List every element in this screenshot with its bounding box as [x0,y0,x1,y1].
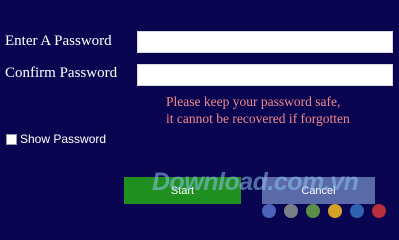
show-password-label: Show Password [20,132,107,146]
show-password-checkbox[interactable] [6,133,17,145]
watermark-dot [306,204,320,218]
watermark-dots [262,204,386,218]
show-password-option[interactable]: Show Password [6,132,106,146]
password-label: Enter A Password [5,33,112,49]
watermark-dot [284,204,298,218]
confirm-password-label: Confirm Password [5,65,118,81]
watermark-dot [262,204,276,218]
start-button[interactable]: Start [124,177,241,204]
warning-line-1: Please keep your password safe, [166,94,341,109]
watermark-dot [350,204,364,218]
password-input[interactable] [137,31,393,53]
cancel-button[interactable]: Cancel [262,177,375,204]
password-warning: Please keep your password safe, it canno… [166,93,350,127]
watermark-dot [372,204,386,218]
confirm-password-input[interactable] [137,64,393,86]
warning-line-2: it cannot be recovered if forgotten [166,111,350,126]
watermark-dot [328,204,342,218]
